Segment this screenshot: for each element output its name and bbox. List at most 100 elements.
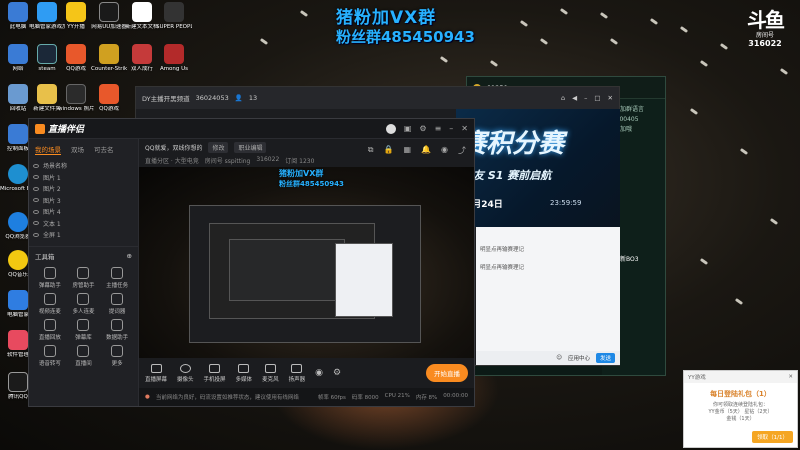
eye-icon[interactable] bbox=[33, 186, 39, 191]
desktop-icon-csgo[interactable]: Counter-Strike Global Off... bbox=[91, 44, 127, 73]
login-reward-popup[interactable]: YY游戏 ✕ 每日登陆礼包（1） 你可领取连续登陆礼包： YY金币（5天） 星钻… bbox=[683, 370, 798, 448]
software-manager-icon bbox=[8, 330, 28, 350]
claim-button[interactable]: 领取（1/1） bbox=[752, 431, 793, 443]
edit-title-button[interactable]: 修改 bbox=[208, 142, 229, 153]
speaker-button[interactable]: 扬声器 bbox=[289, 363, 305, 383]
desktop-icon-uu[interactable]: 网易UU加速器 bbox=[91, 2, 127, 31]
media-button[interactable]: 多媒体 bbox=[236, 363, 252, 383]
desktop-icon-it-takes-two[interactable]: 双人成行 bbox=[124, 44, 160, 73]
eye-icon[interactable] bbox=[33, 232, 39, 237]
video-link-icon bbox=[43, 292, 56, 305]
tool-danmu-lib[interactable]: 弹幕库 bbox=[67, 318, 101, 341]
streaming-app-titlebar: 直播伴侣 ▣ ⚙ ≡ – ✕ bbox=[29, 119, 474, 139]
room-number: 316022 bbox=[748, 39, 782, 48]
overlay-title: 猪粉加VX群 bbox=[336, 8, 437, 28]
avatar[interactable] bbox=[385, 123, 396, 134]
eye-icon[interactable]: ◉ bbox=[315, 368, 323, 378]
library-icon bbox=[77, 318, 90, 331]
desktop-icon-qq-games-2[interactable]: QQ游戏 bbox=[91, 84, 127, 113]
tool-room-admin[interactable]: 房管助手 bbox=[67, 266, 101, 289]
close-icon[interactable]: ✕ bbox=[608, 94, 613, 102]
tool-video-link[interactable]: 视频连麦 bbox=[33, 292, 67, 315]
category-button[interactable]: 职业编辑 bbox=[234, 142, 267, 153]
network-status: 当前网络为良好，码流设置如推荐状态，建议使用有线网络 bbox=[155, 395, 299, 401]
desktop-icon-qq-games[interactable]: QQ游戏 bbox=[58, 44, 94, 73]
eye-icon[interactable] bbox=[33, 209, 39, 214]
maximize-icon[interactable]: □ bbox=[594, 94, 600, 102]
send-button[interactable]: 发送 bbox=[595, 353, 615, 363]
eye-icon[interactable] bbox=[33, 198, 39, 203]
popup-title: 每日登陆礼包（1） bbox=[710, 390, 771, 398]
eye-icon[interactable] bbox=[33, 163, 39, 168]
tool-room[interactable]: 直播间 bbox=[67, 344, 101, 367]
lock-icon[interactable]: 🔒 bbox=[384, 145, 394, 156]
tool-tasks[interactable]: 主播任务 bbox=[100, 266, 134, 289]
speech-icon bbox=[43, 344, 56, 357]
tool-replay[interactable]: 直播回放 bbox=[33, 318, 67, 341]
qq-penguin-icon bbox=[8, 372, 28, 392]
tool-speech[interactable]: 语音转写 bbox=[33, 344, 67, 367]
settings-icon[interactable]: ⚙ bbox=[333, 368, 341, 378]
desktop-icon-text-file[interactable]: 新建文本文档 bbox=[124, 2, 160, 31]
desktop-icon-among-us[interactable]: Among Us bbox=[156, 44, 192, 73]
minimize-icon[interactable]: – bbox=[584, 94, 587, 102]
task-icon bbox=[111, 266, 124, 279]
emoji-icon[interactable]: ☺ bbox=[556, 355, 562, 361]
microphone-button[interactable]: 麦克风 bbox=[262, 363, 279, 383]
settings-icon[interactable]: ⚙ bbox=[419, 124, 426, 134]
skin-icon[interactable]: ▣ bbox=[404, 124, 412, 134]
home-icon[interactable]: ⌂ bbox=[561, 94, 565, 102]
bitrate-stat: 码率 8000 bbox=[351, 395, 379, 401]
category-label: 直播分区 · 大型电竞 bbox=[145, 158, 199, 165]
scene-item[interactable]: 全屏 1 bbox=[33, 229, 134, 241]
info-actions: ⧉ 🔒 ▦ 🔔 ◉ ⤴ bbox=[368, 145, 466, 156]
calendar-icon[interactable]: ▦ bbox=[403, 145, 411, 156]
left-panel: 我的场景 双场 可去名 场景名称 图片 1 图片 2 图片 3 图片 4 文本 … bbox=[29, 139, 139, 406]
scene-item[interactable]: 图片 1 bbox=[33, 172, 134, 184]
chat-pane[interactable]: 明显点再输赛理记 明显点再输赛理记 ☺ 应用中心 发送 bbox=[476, 227, 620, 365]
game-icon bbox=[132, 44, 152, 64]
scene-item[interactable]: 场景名称 bbox=[33, 160, 134, 172]
scene-item[interactable]: 图片 2 bbox=[33, 183, 134, 195]
tab-my-scenes[interactable]: 我的场景 bbox=[35, 144, 61, 155]
tool-danmu[interactable]: 弹幕助手 bbox=[33, 266, 67, 289]
camera-button[interactable]: 摄像头 bbox=[177, 363, 194, 383]
scene-item[interactable]: 图片 3 bbox=[33, 195, 134, 207]
tab-other[interactable]: 可去名 bbox=[94, 144, 114, 155]
tool-teleprompter[interactable]: 提词器 bbox=[100, 292, 134, 315]
stream-preview[interactable]: 猪粉加VX群 粉丝群485450943 bbox=[139, 167, 474, 377]
scene-item[interactable]: 文本 1 bbox=[33, 218, 134, 230]
banner-subline: 交友 S1 赛前启航 bbox=[462, 169, 552, 182]
preview-overlay-title: 猪粉加VX群 粉丝群485450943 bbox=[279, 169, 344, 188]
more-icon bbox=[111, 344, 124, 357]
data-icon bbox=[111, 318, 124, 331]
screen-capture-button[interactable]: 直播屏幕 bbox=[145, 363, 167, 383]
network-icon bbox=[8, 44, 28, 64]
back-icon[interactable]: ◀ bbox=[572, 94, 577, 102]
eye-icon[interactable] bbox=[33, 175, 39, 180]
eye-icon[interactable] bbox=[33, 221, 39, 226]
share-screen-icon[interactable]: ⧉ bbox=[368, 145, 374, 156]
record-icon[interactable]: ◉ bbox=[441, 145, 448, 156]
minimize-icon[interactable]: – bbox=[449, 124, 453, 134]
phone-cast-button[interactable]: 手机投屏 bbox=[204, 363, 226, 383]
desktop-icon-yy[interactable]: YY开播 bbox=[58, 2, 94, 31]
add-tool-icon[interactable]: ⊕ bbox=[127, 252, 132, 260]
desktop-icon-super-people[interactable]: SUPER PEOPLE CBT bbox=[156, 2, 192, 31]
start-stream-button[interactable]: 开始直播 bbox=[426, 364, 468, 382]
scene-item[interactable]: 图片 4 bbox=[33, 206, 134, 218]
live-timer: 00:00:00 bbox=[443, 393, 468, 399]
share-icon[interactable]: ⤴ bbox=[458, 145, 466, 156]
close-icon[interactable]: ✕ bbox=[461, 124, 468, 134]
tab-double[interactable]: 双场 bbox=[71, 144, 84, 155]
desktop-icon-photo-viewer[interactable]: windows 照片查看器 bbox=[58, 84, 94, 113]
event-banner[interactable]: 赛积分赛 交友 S1 赛前启航 4月24日 23:59:59 bbox=[456, 109, 620, 227]
menu-icon[interactable]: ≡ bbox=[435, 124, 442, 134]
tool-data[interactable]: 数据助手 bbox=[100, 318, 134, 341]
streaming-app-window[interactable]: 直播伴侣 ▣ ⚙ ≡ – ✕ 我的场景 双场 可去名 场景名称 图片 1 图片 … bbox=[28, 118, 475, 407]
bell-icon[interactable]: 🔔 bbox=[421, 145, 431, 156]
tool-more[interactable]: 更多 bbox=[100, 344, 134, 367]
close-icon[interactable]: ✕ bbox=[788, 374, 793, 380]
app-center-link[interactable]: 应用中心 bbox=[568, 354, 590, 362]
tool-multi-link[interactable]: 多人连麦 bbox=[67, 292, 101, 315]
